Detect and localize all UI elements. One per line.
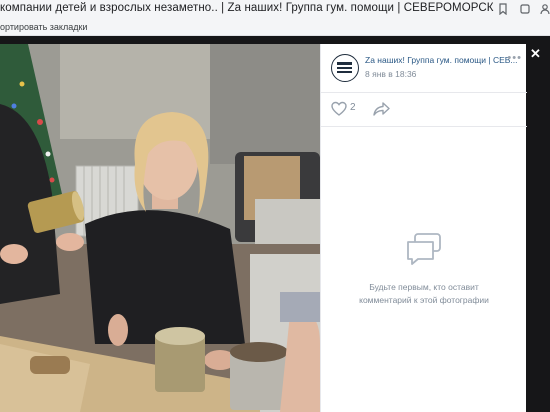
post-date[interactable]: 8 янв в 18:36 [365,69,416,79]
divider [321,92,527,93]
post-info-panel: Za наших! Группа гум. помощи | СЕВ... 8 … [320,44,527,412]
bookmarks-bar[interactable]: ортировать закладки [0,22,87,32]
close-icon[interactable]: ✕ [530,46,541,62]
photo[interactable] [0,44,320,412]
more-dots-icon[interactable]: • • • [507,52,521,64]
group-name-link[interactable]: Za наших! Группа гум. помощи | СЕВ... [365,55,521,65]
page-title: компании детей и взрослых незаметно.. | … [0,2,494,14]
browser-bar: компании детей и взрослых незаметно.. | … [0,0,550,36]
divider [321,126,527,127]
no-comments-line-2: комментарий к этой фотографии [359,295,489,305]
comment-bubble-icon [407,233,441,265]
extensions-icon[interactable] [519,3,531,15]
heart-outline-icon[interactable] [331,101,347,117]
photo-illustration [0,44,320,412]
group-avatar[interactable] [331,54,359,82]
bookmark-icon[interactable] [497,3,509,15]
share-arrow-icon[interactable] [373,101,390,117]
group-logo-icon [337,62,352,73]
no-comments-line-1: Будьте первым, кто оставит [369,282,479,292]
no-comments-text: Будьте первым, кто оставит комментарий к… [331,281,517,307]
profile-icon[interactable] [539,3,550,15]
like-count: 2 [350,102,356,113]
